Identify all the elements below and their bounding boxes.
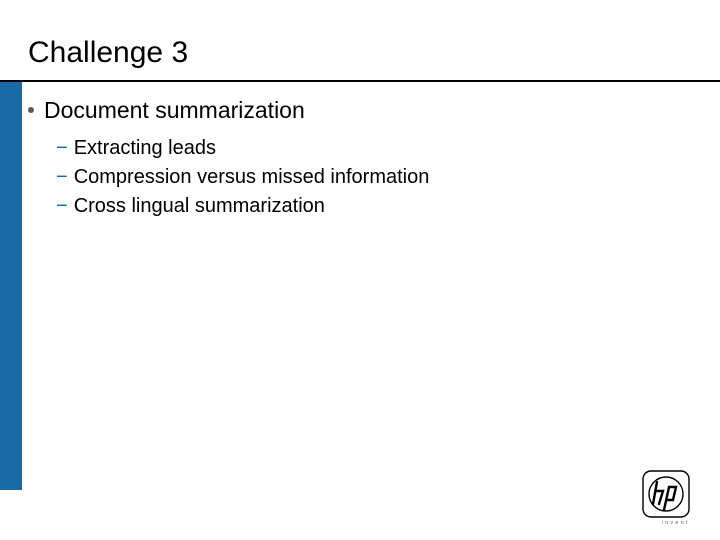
sub-bullet-text: Cross lingual summarization	[74, 193, 325, 220]
page-title: Challenge 3	[28, 36, 188, 70]
title-underline	[0, 80, 720, 82]
bullet-dot-icon	[28, 107, 34, 113]
sub-bullet-item: − Compression versus missed information	[56, 164, 680, 191]
sub-bullet-text: Extracting leads	[74, 135, 216, 162]
bullet-item: Document summarization	[28, 96, 680, 125]
slide: Challenge 3 Document summarization − Ext…	[0, 0, 720, 540]
sub-bullet-item: − Cross lingual summarization	[56, 193, 680, 220]
bullet-text: Document summarization	[44, 96, 305, 125]
hp-logo-icon	[642, 470, 690, 518]
sub-bullet-item: − Extracting leads	[56, 135, 680, 162]
sub-bullet-text: Compression versus missed information	[74, 164, 430, 191]
dash-icon: −	[56, 135, 68, 162]
content-area: Document summarization − Extracting lead…	[28, 96, 680, 222]
sub-bullet-list: − Extracting leads − Compression versus …	[56, 135, 680, 220]
logo-tagline: invent	[662, 520, 690, 526]
dash-icon: −	[56, 193, 68, 220]
accent-bar	[0, 82, 22, 490]
dash-icon: −	[56, 164, 68, 191]
